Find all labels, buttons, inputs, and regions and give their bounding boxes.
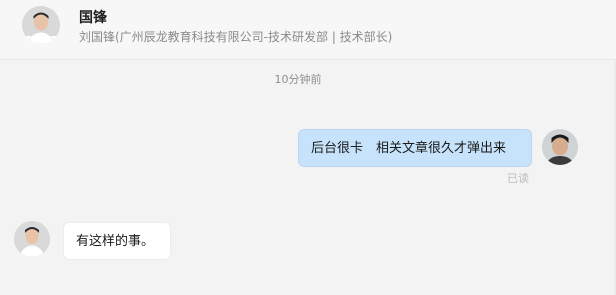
- chat-window: 国锋 刘国锋(广州辰龙教育科技有限公司-技术研发部 | 技术部长) 10分钟前 …: [0, 0, 616, 295]
- chat-header: 国锋 刘国锋(广州辰龙教育科技有限公司-技术研发部 | 技术部长): [0, 0, 616, 60]
- contact-message-avatar[interactable]: [14, 221, 50, 257]
- read-status: 已读: [507, 172, 529, 185]
- contact-avatar[interactable]: [22, 6, 60, 44]
- my-avatar[interactable]: [542, 129, 578, 165]
- contact-name: 国锋: [79, 10, 107, 26]
- contact-organization: 刘国锋(广州辰龙教育科技有限公司-技术研发部 | 技术部长): [79, 30, 393, 44]
- incoming-message-bubble[interactable]: 有这样的事。: [63, 222, 171, 260]
- message-timestamp: 10分钟前: [274, 73, 322, 86]
- outgoing-message-bubble[interactable]: 后台很卡 相关文章很久才弹出来: [298, 129, 532, 167]
